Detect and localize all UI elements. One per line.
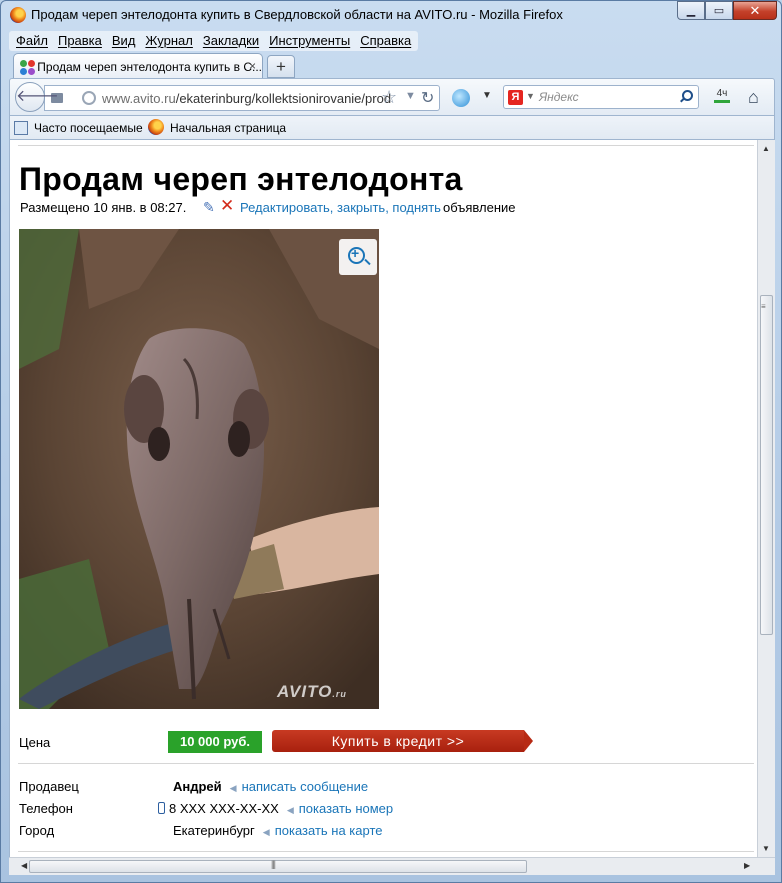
seller-row: Андрей ◀ написать сообщение (173, 779, 368, 794)
page-title: Продам череп энтелодонта (19, 161, 463, 197)
triangle-left-icon: ◀ (286, 805, 294, 815)
horizontal-scrollbar[interactable]: ◀ ||| ▶ (9, 857, 775, 875)
watermark-text: AVITO (277, 682, 333, 701)
url-path: /ekaterinburg/kollektsionirovanie/prod (175, 91, 392, 106)
tab-strip: Продам череп энтелодонта купить в С... ×… (9, 53, 779, 79)
menu-file[interactable]: Файл (11, 31, 53, 51)
scroll-left-icon[interactable]: ◀ (21, 861, 27, 870)
url-host: www.avito.ru (102, 91, 176, 106)
menu-tools[interactable]: Инструменты (264, 31, 355, 51)
divider (18, 145, 754, 146)
menu-edit[interactable]: Правка (53, 31, 107, 51)
scroll-grip-icon: ≡ (761, 302, 766, 311)
edit-ad-link[interactable]: Редактировать, закрыть, поднять (240, 200, 441, 215)
tab-label: Продам череп энтелодонта купить в С... (37, 59, 262, 74)
search-input[interactable]: Яндекс (539, 90, 579, 104)
bookmark-start-page[interactable]: Начальная страница (170, 121, 286, 135)
city-row: Екатеринбург ◀ показать на карте (173, 823, 383, 838)
maximize-button[interactable]: ▭ (705, 1, 733, 20)
zoom-icon (364, 258, 371, 266)
firefox-icon (148, 119, 164, 135)
bookmark-most-visited[interactable]: Часто посещаемые (34, 121, 143, 135)
pencil-icon[interactable]: ✎ (203, 199, 215, 216)
buy-on-credit-button[interactable]: Купить в кредит >> (272, 730, 524, 752)
zoom-button[interactable] (339, 239, 377, 275)
new-tab-button[interactable]: + (267, 55, 295, 78)
scroll-down-icon[interactable]: ▼ (762, 844, 770, 853)
minimize-button[interactable]: ▁ (677, 1, 705, 20)
avito-favicon (20, 59, 35, 75)
reload-icon[interactable]: ↻ (421, 88, 434, 108)
credit-button-arrow[interactable] (524, 730, 533, 752)
phone-label: Телефон (19, 801, 73, 816)
extension-icon[interactable] (452, 89, 470, 107)
weather-widget[interactable]: 4ч (710, 88, 734, 108)
tab-close-icon[interactable]: × (249, 59, 256, 73)
divider (18, 851, 754, 852)
scroll-right-icon[interactable]: ▶ (744, 861, 750, 870)
search-bar[interactable]: Я ▼ Яндекс (503, 85, 699, 109)
scroll-grip-icon: ||| (271, 859, 276, 869)
weather-text: 4ч (716, 88, 728, 99)
home-icon[interactable]: ⌂ (748, 87, 759, 108)
scroll-up-icon[interactable]: ▲ (762, 144, 770, 153)
yandex-icon[interactable]: Я (508, 90, 523, 105)
phone-row: 8 XXX XXX-XX-XX ◀ показать номер (158, 801, 393, 816)
weather-indicator (714, 100, 730, 103)
triangle-left-icon: ◀ (262, 827, 270, 837)
window-title: Продам череп энтелодонта купить в Свердл… (31, 7, 563, 22)
price-badge: 10 000 руб. (168, 731, 262, 753)
url-history-dropdown-icon[interactable]: ▼ (405, 90, 416, 102)
divider (18, 763, 754, 764)
show-on-map-link[interactable]: показать на карте (275, 823, 383, 838)
back-button[interactable]: 🡐 (15, 82, 59, 112)
triangle-left-icon: ◀ (229, 783, 237, 793)
horizontal-scroll-thumb[interactable] (29, 860, 527, 873)
city-label: Город (19, 823, 55, 838)
site-identity-icon[interactable] (82, 91, 96, 105)
title-bar: Продам череп энтелодонта купить в Свердл… (1, 1, 781, 29)
phone-value: 8 XXX XXX-XX-XX (169, 801, 279, 816)
menu-bar: Файл Правка Вид Журнал Закладки Инструме… (9, 31, 419, 51)
bookmark-star-icon[interactable]: ☆ (381, 87, 397, 108)
show-phone-link[interactable]: показать номер (299, 801, 393, 816)
extension-dropdown-icon[interactable]: ▼ (482, 90, 492, 101)
url-bar[interactable]: www.avito.ru/ekaterinburg/kollektsioniro… (44, 85, 440, 111)
close-button[interactable]: ✕ (733, 1, 777, 20)
menu-view[interactable]: Вид (107, 31, 141, 51)
skull-photo-illustration (19, 229, 379, 709)
seller-label: Продавец (19, 779, 79, 794)
edit-suffix: объявление (443, 200, 516, 215)
city-value: Екатеринбург (173, 823, 255, 838)
navigation-toolbar: www.avito.ru/ekaterinburg/kollektsioniro… (9, 78, 775, 116)
delete-icon[interactable]: ✕ (220, 196, 234, 216)
menu-history[interactable]: Журнал (140, 31, 197, 51)
page-content: Продам череп энтелодонта Размещено 10 ян… (9, 140, 757, 857)
browser-window: Продам череп энтелодонта купить в Свердл… (0, 0, 782, 883)
menu-bookmarks[interactable]: Закладки (198, 31, 264, 51)
phone-icon (158, 802, 165, 814)
most-visited-icon (14, 121, 28, 135)
menu-help[interactable]: Справка (355, 31, 416, 51)
posted-date: Размещено 10 янв. в 08:27. (20, 200, 187, 215)
watermark-suffix: .ru (332, 689, 347, 699)
price-label: Цена (19, 735, 51, 750)
firefox-icon (10, 7, 26, 23)
tab-avito[interactable]: Продам череп энтелодонта купить в С... × (13, 53, 263, 79)
bookmarks-toolbar: Часто посещаемые Начальная страница (9, 116, 775, 140)
write-message-link[interactable]: написать сообщение (242, 779, 369, 794)
search-icon[interactable] (679, 89, 693, 103)
vertical-scroll-thumb[interactable] (760, 295, 773, 635)
ad-photo[interactable]: AVITO.ru (19, 229, 379, 709)
vertical-scrollbar[interactable]: ▲ ≡ ▼ (757, 140, 775, 857)
url-text[interactable]: www.avito.ru/ekaterinburg/kollektsioniro… (102, 91, 391, 106)
window-controls: ▁ ▭ ✕ (677, 1, 777, 20)
seller-name: Андрей (173, 779, 222, 794)
search-engine-dropdown-icon[interactable]: ▼ (526, 91, 535, 101)
avito-watermark: AVITO.ru (277, 682, 347, 702)
